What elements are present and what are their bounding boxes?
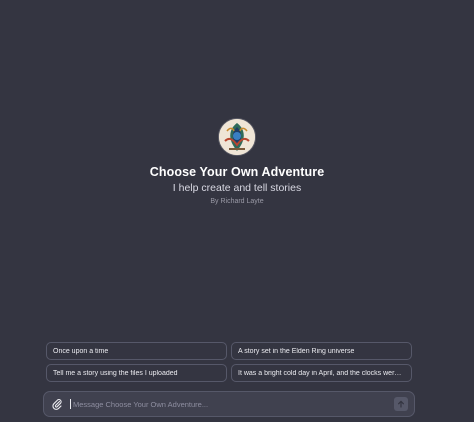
arrow-up-icon [398, 400, 404, 408]
paperclip-icon [52, 399, 62, 410]
starter-label: A story set in the Elden Ring universe [238, 347, 355, 355]
message-input[interactable] [71, 394, 394, 414]
starter-button[interactable]: Tell me a story using the files I upload… [46, 364, 227, 382]
gpt-author: By Richard Layte [210, 198, 264, 205]
gpt-intro: Choose Your Own Adventure I help create … [0, 118, 474, 205]
gpt-description: I help create and tell stories [172, 182, 302, 194]
conversation-starters: Once upon a time A story set in the Elde… [46, 342, 412, 382]
gpt-title: Choose Your Own Adventure [149, 165, 325, 179]
starter-button[interactable]: It was a bright cold day in April, and t… [231, 364, 412, 382]
starter-label: Tell me a story using the files I upload… [53, 369, 178, 377]
message-composer [43, 391, 415, 417]
send-button[interactable] [394, 397, 408, 411]
starter-label: It was a bright cold day in April, and t… [238, 369, 405, 377]
gpt-avatar [218, 118, 256, 156]
chat-window: Choose Your Own Adventure I help create … [0, 0, 474, 422]
starter-button[interactable]: A story set in the Elden Ring universe [231, 342, 412, 360]
starter-button[interactable]: Once upon a time [46, 342, 227, 360]
adventure-avatar-icon [219, 119, 255, 155]
starter-label: Once upon a time [53, 347, 109, 355]
attach-button[interactable] [44, 392, 70, 416]
